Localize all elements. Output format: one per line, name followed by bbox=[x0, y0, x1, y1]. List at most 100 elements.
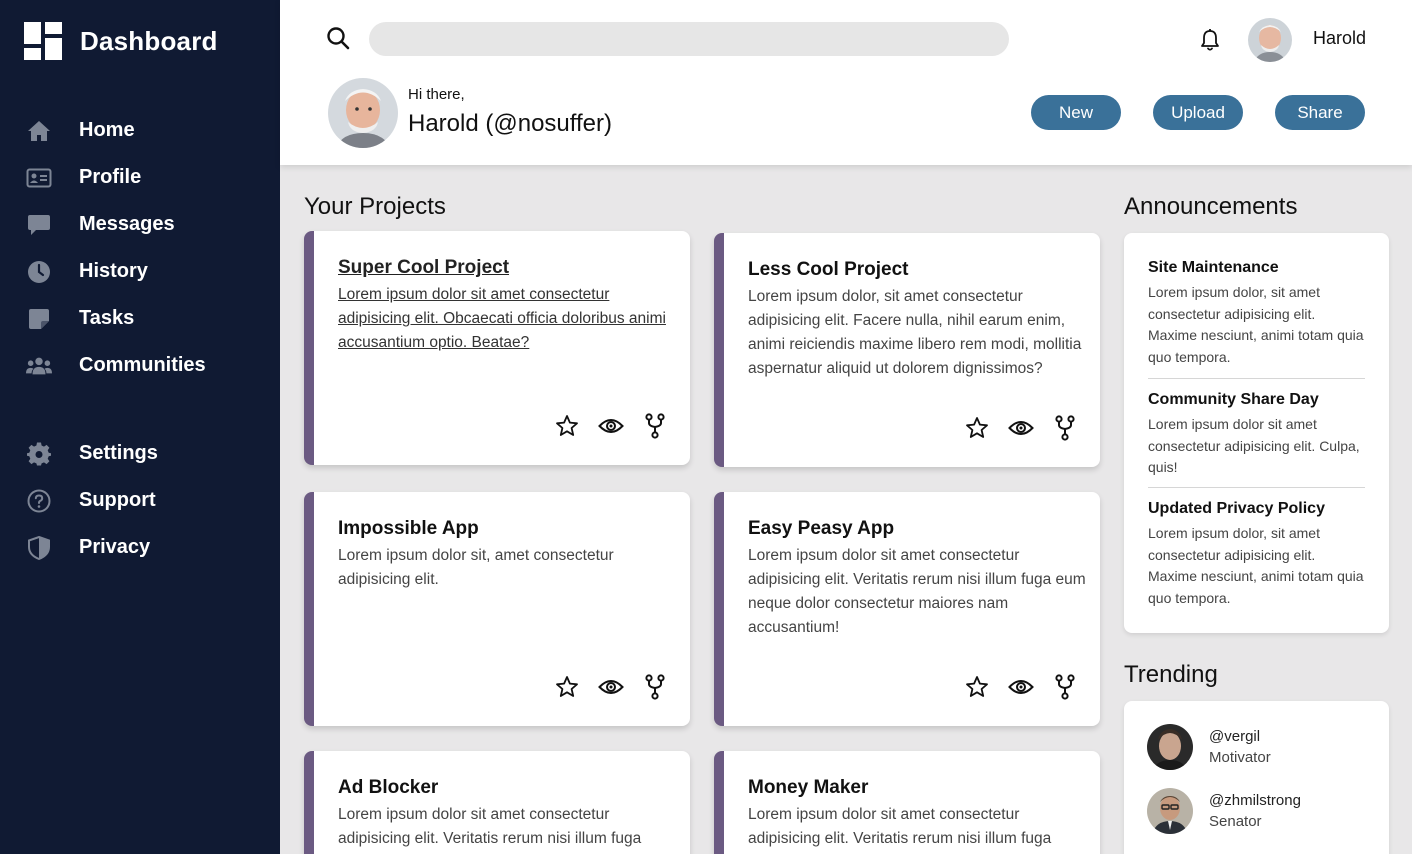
sidebar-item-label: Communities bbox=[79, 354, 206, 376]
trending-title: Trending bbox=[1124, 661, 1218, 688]
people-icon bbox=[26, 353, 52, 379]
trending-handle: @zhmilstrong bbox=[1209, 792, 1301, 809]
divider bbox=[1148, 378, 1365, 379]
fork-icon[interactable] bbox=[1052, 674, 1078, 700]
project-title: Money Maker bbox=[748, 777, 869, 798]
sidebar-item-support[interactable]: Support bbox=[0, 477, 280, 524]
announcement-title: Updated Privacy Policy bbox=[1148, 500, 1325, 517]
share-button[interactable]: Share bbox=[1275, 95, 1365, 130]
project-card[interactable]: Money Maker Lorem ipsum dolor sit amet c… bbox=[714, 751, 1100, 854]
greeting-name: Harold (@nosuffer) bbox=[408, 110, 612, 137]
fork-icon[interactable] bbox=[642, 674, 668, 700]
star-icon[interactable] bbox=[554, 674, 580, 700]
trending-role: Motivator bbox=[1209, 749, 1271, 766]
sidebar-item-label: Settings bbox=[79, 442, 158, 464]
id-card-icon bbox=[26, 165, 52, 191]
sidebar-item-settings[interactable]: Settings bbox=[0, 430, 280, 477]
trending-handle: @vergil bbox=[1209, 728, 1261, 745]
project-description: Lorem ipsum dolor sit amet consectetur a… bbox=[338, 806, 642, 847]
trending-role: Senator bbox=[1209, 813, 1262, 830]
sidebar-item-label: Profile bbox=[79, 166, 142, 188]
search-input[interactable] bbox=[369, 22, 1009, 56]
divider bbox=[1148, 487, 1365, 488]
announcement-title: Community Share Day bbox=[1148, 391, 1319, 408]
upload-button[interactable]: Upload bbox=[1153, 95, 1243, 130]
sidebar-item-label: History bbox=[79, 260, 148, 282]
sidebar-item-label: Tasks bbox=[79, 307, 135, 329]
project-card[interactable]: Ad Blocker Lorem ipsum dolor sit amet co… bbox=[304, 751, 690, 854]
sidebar-item-label: Privacy bbox=[79, 536, 151, 558]
sidebar: Dashboard Home Profile Messages History bbox=[0, 0, 280, 854]
announcements-panel: Site Maintenance Lorem ipsum dolor, sit … bbox=[1124, 233, 1389, 633]
announcement-title: Site Maintenance bbox=[1148, 259, 1279, 276]
dashboard-logo-icon bbox=[24, 22, 62, 60]
announcement-item[interactable]: Community Share Day Lorem ipsum dolor si… bbox=[1148, 391, 1365, 479]
bell-icon[interactable] bbox=[1198, 28, 1222, 52]
announcement-text: Lorem ipsum dolor, sit amet consectetur … bbox=[1148, 525, 1364, 606]
project-description: Lorem ipsum dolor sit amet consectetur a… bbox=[748, 806, 1052, 847]
avatar[interactable] bbox=[1248, 18, 1292, 62]
sidebar-item-profile[interactable]: Profile bbox=[0, 154, 280, 201]
trending-item[interactable]: @vergil Motivator bbox=[1147, 724, 1271, 770]
project-card[interactable]: Super Cool Project Lorem ipsum dolor sit… bbox=[304, 231, 690, 465]
trending-item[interactable]: @zhmilstrong Senator bbox=[1147, 788, 1301, 834]
sidebar-item-messages[interactable]: Messages bbox=[0, 201, 280, 248]
project-card[interactable]: Impossible App Lorem ipsum dolor sit, am… bbox=[304, 492, 690, 726]
profile-avatar bbox=[328, 78, 398, 148]
project-title[interactable]: Super Cool Project bbox=[338, 257, 509, 279]
announcements-title: Announcements bbox=[1124, 193, 1298, 220]
avatar bbox=[1147, 724, 1193, 770]
chat-icon bbox=[26, 212, 52, 238]
project-title: Impossible App bbox=[338, 518, 479, 539]
star-icon[interactable] bbox=[964, 674, 990, 700]
new-button[interactable]: New bbox=[1031, 95, 1121, 130]
shield-icon bbox=[26, 535, 52, 561]
sidebar-item-communities[interactable]: Communities bbox=[0, 342, 280, 389]
project-description: Lorem ipsum dolor sit, amet consectetur … bbox=[338, 547, 614, 588]
eye-icon[interactable] bbox=[1008, 674, 1034, 700]
project-description: Lorem ipsum dolor, sit amet consectetur … bbox=[748, 288, 1082, 377]
announcement-text: Lorem ipsum dolor sit amet consectetur a… bbox=[1148, 416, 1360, 475]
eye-icon[interactable] bbox=[1008, 415, 1034, 441]
projects-title: Your Projects bbox=[304, 193, 446, 220]
announcement-item[interactable]: Site Maintenance Lorem ipsum dolor, sit … bbox=[1148, 259, 1365, 368]
project-title: Easy Peasy App bbox=[748, 518, 895, 539]
sidebar-item-label: Support bbox=[79, 489, 156, 511]
project-card[interactable]: Less Cool Project Lorem ipsum dolor, sit… bbox=[714, 233, 1100, 467]
project-actions bbox=[554, 413, 668, 439]
eye-icon[interactable] bbox=[598, 413, 624, 439]
project-description: Lorem ipsum dolor sit amet consectetur a… bbox=[748, 547, 1086, 636]
search-icon[interactable] bbox=[326, 26, 350, 50]
star-icon[interactable] bbox=[554, 413, 580, 439]
fork-icon[interactable] bbox=[1052, 415, 1078, 441]
sidebar-item-privacy[interactable]: Privacy bbox=[0, 524, 280, 571]
project-title: Less Cool Project bbox=[748, 259, 909, 280]
brand[interactable]: Dashboard bbox=[24, 22, 218, 60]
project-actions bbox=[964, 674, 1078, 700]
help-circle-icon bbox=[26, 488, 52, 514]
user-name[interactable]: Harold bbox=[1313, 28, 1366, 49]
avatar bbox=[1147, 788, 1193, 834]
trending-panel: @vergil Motivator @zhmilstrong Senator bbox=[1124, 701, 1389, 854]
project-card[interactable]: Easy Peasy App Lorem ipsum dolor sit ame… bbox=[714, 492, 1100, 726]
star-icon[interactable] bbox=[964, 415, 990, 441]
announcement-item[interactable]: Updated Privacy Policy Lorem ipsum dolor… bbox=[1148, 500, 1365, 609]
sidebar-item-history[interactable]: History bbox=[0, 248, 280, 295]
eye-icon[interactable] bbox=[598, 674, 624, 700]
gear-icon bbox=[26, 441, 52, 467]
greeting-text: Hi there, bbox=[408, 86, 465, 103]
sidebar-nav-secondary: Settings Support Privacy bbox=[0, 430, 280, 571]
note-icon bbox=[26, 306, 52, 332]
announcement-text: Lorem ipsum dolor, sit amet consectetur … bbox=[1148, 284, 1364, 365]
project-title: Ad Blocker bbox=[338, 777, 439, 798]
sidebar-nav-primary: Home Profile Messages History Tasks Comm… bbox=[0, 107, 280, 389]
brand-title: Dashboard bbox=[80, 25, 218, 56]
fork-icon[interactable] bbox=[642, 413, 668, 439]
sidebar-item-tasks[interactable]: Tasks bbox=[0, 295, 280, 342]
sidebar-item-home[interactable]: Home bbox=[0, 107, 280, 154]
project-actions bbox=[964, 415, 1078, 441]
sidebar-item-label: Home bbox=[79, 119, 135, 141]
project-actions bbox=[554, 674, 668, 700]
clock-icon bbox=[26, 259, 52, 285]
project-description[interactable]: Lorem ipsum dolor sit amet consectetur a… bbox=[338, 283, 684, 355]
